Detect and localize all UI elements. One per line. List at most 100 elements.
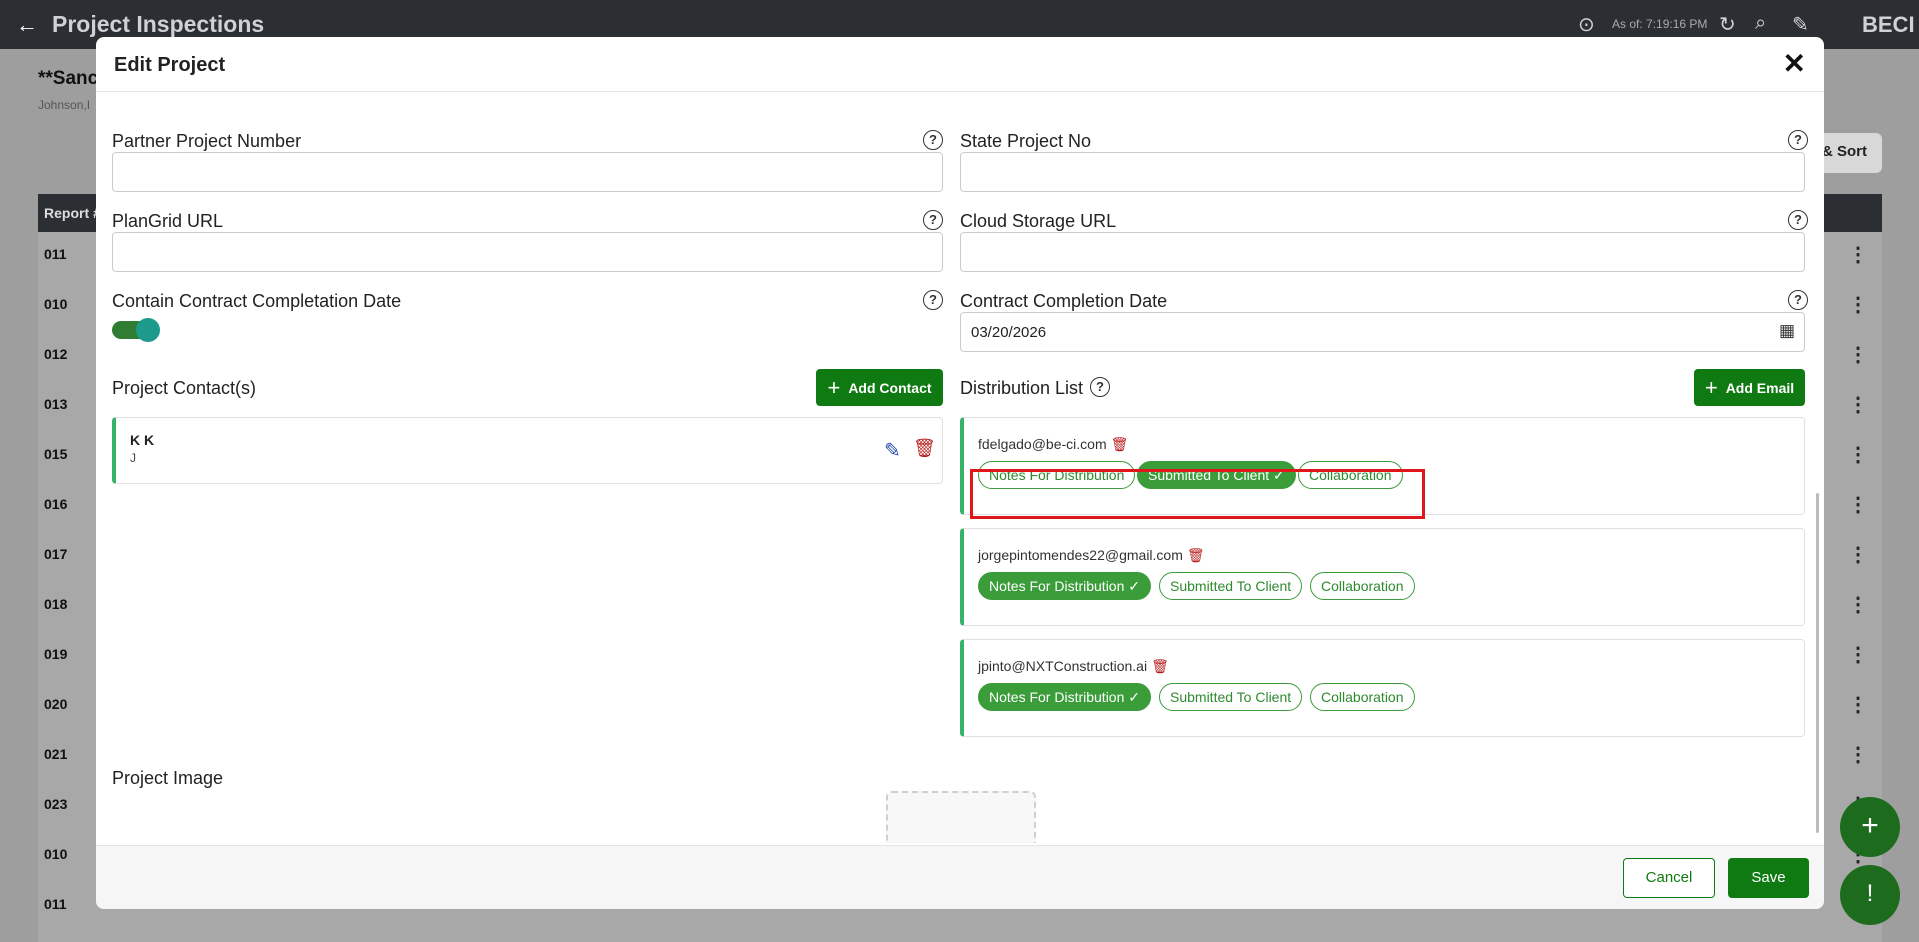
add-contact-button[interactable]: + Add Contact [816, 369, 943, 406]
table-row[interactable]: 015 [44, 446, 67, 462]
dialog-title: Edit Project [114, 54, 226, 76]
page-title: Project Inspections [52, 11, 265, 37]
dialog-header: Edit Project ✕ [96, 37, 1824, 92]
as-of-timestamp: As of: 7:19:16 PM [1612, 17, 1708, 31]
distribution-email: jorgepintomendes22@gmail.com 🗑 [978, 547, 1205, 564]
table-row[interactable]: 011 [44, 246, 67, 262]
partner-project-number-input[interactable] [112, 152, 943, 192]
distribution-card: jpinto@NXTConstruction.ai 🗑 Notes For Dist… [960, 639, 1805, 737]
table-row[interactable]: 020 [44, 696, 67, 712]
project-subtitle: Johnson,I [38, 98, 91, 112]
table-row[interactable]: 019 [44, 646, 67, 662]
project-name: **Sanc [38, 68, 99, 89]
distribution-chip[interactable]: Submitted To Client [1159, 572, 1303, 600]
distribution-email: jpinto@NXTConstruction.ai 🗑 [978, 658, 1169, 675]
dialog-body: Partner Project Number ? State Project N… [96, 93, 1824, 843]
row-menu-icon[interactable]: ⋮ [1848, 742, 1868, 767]
contact-sub: J [130, 451, 136, 465]
row-menu-icon[interactable]: ⋮ [1848, 592, 1868, 617]
add-email-label: Add Email [1725, 379, 1795, 396]
delete-trash-icon[interactable]: 🗑 [1111, 436, 1129, 453]
distribution-chip[interactable]: Submitted To Client [1159, 683, 1303, 711]
row-menu-icon[interactable]: ⋮ [1848, 442, 1868, 467]
table-row[interactable]: 018 [44, 596, 67, 612]
table-row[interactable]: 013 [44, 396, 67, 412]
toggle-knob [136, 318, 160, 342]
delete-trash-icon[interactable]: 🗑 [1151, 658, 1169, 675]
plangrid-url-input[interactable] [112, 232, 943, 272]
project-image-label: Project Image [112, 768, 224, 788]
row-menu-icon[interactable]: ⋮ [1848, 542, 1868, 567]
cloud-storage-url-label: Cloud Storage URL [960, 211, 1117, 231]
state-project-no-input[interactable] [960, 152, 1805, 192]
table-row[interactable]: 010 [44, 296, 67, 312]
help-icon[interactable]: ? [1788, 130, 1808, 150]
chat-fab-button[interactable]: ! [1840, 865, 1900, 925]
camera-icon[interactable]: ⊙ [1578, 12, 1595, 37]
partner-project-number-label: Partner Project Number [112, 131, 302, 151]
delete-trash-icon[interactable]: 🗑 [913, 438, 936, 459]
edit-icon[interactable]: ✎ [1792, 12, 1809, 37]
help-icon[interactable]: ? [923, 210, 943, 230]
distribution-chip[interactable]: Notes For Distribution ✓ [978, 683, 1151, 711]
cancel-button[interactable]: Cancel [1623, 858, 1715, 898]
contract-completion-date-label: Contract Completion Date [960, 291, 1168, 311]
distribution-list-label: Distribution List [960, 378, 1084, 398]
table-row[interactable]: 011 [44, 896, 67, 912]
add-contact-label: Add Contact [848, 379, 932, 396]
contact-name: K K [130, 432, 155, 448]
scrollbar[interactable] [1816, 493, 1819, 833]
table-row[interactable]: 010 [44, 846, 67, 862]
project-contacts-label: Project Contact(s) [112, 378, 257, 398]
back-arrow-icon[interactable]: ← [16, 12, 38, 38]
state-project-no-label: State Project No [960, 131, 1092, 151]
calendar-icon[interactable]: ▦ [1779, 321, 1795, 341]
distribution-chip[interactable]: Collaboration [1310, 572, 1415, 600]
refresh-icon[interactable]: ↻ [1719, 12, 1736, 37]
help-icon[interactable]: ? [1090, 377, 1110, 397]
distribution-chip[interactable]: Notes For Distribution ✓ [978, 572, 1151, 600]
table-row[interactable]: 017 [44, 546, 67, 562]
table-row[interactable]: 016 [44, 496, 67, 512]
row-menu-icon[interactable]: ⋮ [1848, 292, 1868, 317]
search-icon[interactable]: ⌕ [1755, 12, 1766, 35]
table-row[interactable]: 012 [44, 346, 67, 362]
save-button[interactable]: Save [1728, 858, 1809, 898]
email-text: fdelgado@be-ci.com [978, 436, 1107, 452]
row-menu-icon[interactable]: ⋮ [1848, 392, 1868, 417]
contact-card: K K J ✎ 🗑 [112, 417, 943, 484]
add-fab-button[interactable]: + [1840, 797, 1900, 857]
help-icon[interactable]: ? [1788, 210, 1808, 230]
help-icon[interactable]: ? [923, 290, 943, 310]
table-row[interactable]: 021 [44, 746, 67, 762]
help-icon[interactable]: ? [1788, 290, 1808, 310]
edit-pencil-icon[interactable]: ✎ [884, 438, 901, 463]
plangrid-url-label: PlanGrid URL [112, 211, 224, 231]
email-text: jorgepintomendes22@gmail.com [978, 547, 1183, 563]
project-image-dropzone[interactable]: ▣ [886, 791, 1036, 843]
contain-completion-label: Contain Contract Completation Date [112, 291, 402, 311]
plus-icon: + [1704, 374, 1718, 400]
close-icon[interactable]: ✕ [1783, 47, 1806, 80]
highlight-box [970, 469, 1425, 519]
contain-completion-toggle[interactable] [112, 318, 160, 342]
row-menu-icon[interactable]: ⋮ [1848, 692, 1868, 717]
plus-icon: + [827, 374, 841, 400]
help-icon[interactable]: ? [923, 130, 943, 150]
distribution-chip[interactable]: Collaboration [1310, 683, 1415, 711]
row-menu-icon[interactable]: ⋮ [1848, 492, 1868, 517]
distribution-card: jorgepintomendes22@gmail.com 🗑 Notes For D… [960, 528, 1805, 626]
cloud-storage-url-input[interactable] [960, 232, 1805, 272]
email-text: jpinto@NXTConstruction.ai [978, 658, 1148, 674]
contract-completion-date-input[interactable]: 03/20/2026 [960, 312, 1805, 352]
row-menu-icon[interactable]: ⋮ [1848, 242, 1868, 267]
brand-logo: BECI [1862, 12, 1915, 37]
row-menu-icon[interactable]: ⋮ [1848, 642, 1868, 667]
dialog-footer: Cancel Save [96, 845, 1824, 909]
add-email-button[interactable]: + Add Email [1694, 369, 1805, 406]
edit-project-dialog: Edit Project ✕ Partner Project Number ? … [96, 37, 1824, 909]
distribution-email: fdelgado@be-ci.com 🗑 [978, 436, 1128, 453]
table-row[interactable]: 023 [44, 796, 67, 812]
row-menu-icon[interactable]: ⋮ [1848, 342, 1868, 367]
delete-trash-icon[interactable]: 🗑 [1187, 547, 1205, 564]
